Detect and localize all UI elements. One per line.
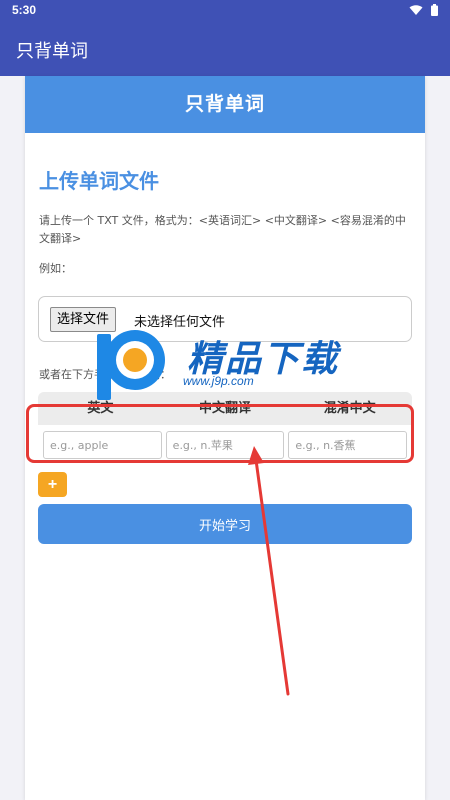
example-label: 例如：: [39, 262, 72, 275]
app-bar-title: 只背单词: [16, 41, 88, 62]
upload-title: 上传单词文件: [39, 169, 159, 193]
choose-file-button[interactable]: 选择文件: [50, 307, 117, 332]
start-learning-button[interactable]: 开始学习: [38, 504, 412, 544]
battery-icon: [431, 4, 438, 16]
manual-input-label: 或者在下方手动输入单词：: [39, 368, 171, 381]
main-card: 只背单词 上传单词文件 请上传一个 TXT 文件，格式为：<英语词汇> <中文翻…: [25, 76, 425, 800]
file-input: 选择文件 未选择任何文件: [38, 296, 412, 342]
status-time: 5:30: [12, 3, 37, 17]
status-bar: 5:30: [0, 0, 450, 22]
word-input-row: [38, 426, 412, 464]
app-bar: 只背单词: [0, 22, 450, 76]
confusing-translation-input[interactable]: [288, 431, 408, 459]
add-row-button[interactable]: +: [38, 472, 67, 497]
word-table-header: 英文 中文翻译 混淆中文: [38, 392, 412, 425]
file-status: 未选择任何文件: [134, 315, 226, 330]
english-word-input[interactable]: [43, 431, 162, 459]
chinese-translation-input[interactable]: [165, 431, 285, 459]
wifi-icon: [409, 5, 423, 15]
column-header-confuse: 混淆中文: [323, 401, 376, 416]
upload-description: 请上传一个 TXT 文件，格式为：<英语词汇> <中文翻译> <容易混淆的中文翻…: [39, 214, 406, 245]
card-header: 只背单词: [25, 76, 425, 133]
column-header-english: 英文: [87, 401, 114, 416]
status-icons: [409, 4, 438, 16]
column-header-chinese: 中文翻译: [199, 401, 252, 416]
card-header-title: 只背单词: [184, 93, 265, 115]
